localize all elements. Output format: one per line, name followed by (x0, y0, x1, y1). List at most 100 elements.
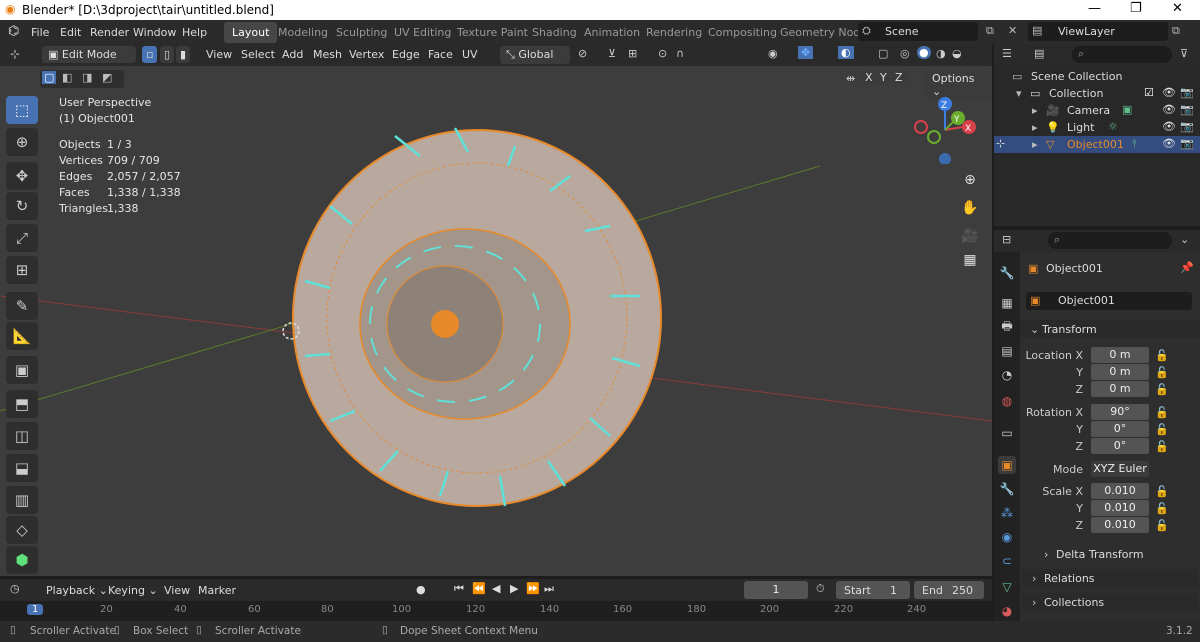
collection-row[interactable]: ▾ ▭ Collection ☑ 👁 📷 (994, 85, 1200, 102)
menu-select[interactable]: Select (241, 48, 275, 61)
tab-modeling[interactable]: Modeling (278, 26, 328, 39)
jump-end-icon[interactable]: ⏭ (544, 582, 554, 596)
collection-render-icon[interactable]: 📷 (1180, 86, 1194, 99)
output-tab-icon[interactable]: 🖶 (998, 318, 1016, 336)
blender-menu-icon[interactable]: ⌬ (8, 24, 19, 39)
filter-icon[interactable]: ⊽ (1180, 47, 1188, 60)
proportional-edit-icon[interactable]: ⊙ (658, 47, 667, 60)
expand-arrow-icon[interactable]: ▸ (1032, 121, 1038, 134)
jump-start-icon[interactable]: ⏮ (454, 582, 464, 596)
menu-uv[interactable]: UV (462, 48, 478, 61)
outliner-search-input[interactable]: ⌕ (1072, 46, 1172, 63)
physics-tab-icon[interactable]: ◉ (998, 528, 1016, 546)
lock-rotation-x-icon[interactable]: 🔓 (1155, 406, 1169, 419)
snap-icon[interactable]: ⊻ (608, 47, 616, 60)
tab-compositing[interactable]: Compositing (708, 26, 777, 39)
mesh-data-icon[interactable]: ⫯ (1132, 137, 1137, 151)
menu-file[interactable]: File (31, 26, 49, 39)
menu-view[interactable]: View (206, 48, 232, 61)
cursor-tool[interactable]: ⊕ (6, 128, 38, 156)
loop-cut-tool[interactable]: ▥ (6, 486, 38, 514)
lock-rotation-z-icon[interactable]: 🔓 (1155, 440, 1169, 453)
data-tab-icon[interactable]: ▽ (998, 578, 1016, 596)
close-button[interactable]: ✕ (1172, 1, 1183, 16)
poly-build-tool[interactable]: ⬢ (6, 546, 38, 574)
collection-visibility-icon[interactable]: 👁 (1162, 86, 1176, 99)
particles-tab-icon[interactable]: ⁂ (998, 504, 1016, 522)
object001-render-icon[interactable]: 📷 (1180, 137, 1194, 150)
tab-layout[interactable]: Layout (224, 22, 278, 43)
menu-edit[interactable]: Edit (60, 26, 81, 39)
menu-marker[interactable]: Marker (198, 584, 236, 597)
maximize-button[interactable]: ❐ (1130, 1, 1142, 16)
view-layer-tab-icon[interactable]: ▤ (998, 342, 1016, 360)
current-frame-field[interactable]: 1 (744, 581, 808, 599)
menu-help[interactable]: Help (182, 26, 207, 39)
tab-geometry-nodes[interactable]: Geometry Nod (780, 26, 860, 39)
light-data-icon[interactable]: ☼ (1108, 120, 1118, 133)
lock-scale-z-icon[interactable]: 🔓 (1155, 519, 1169, 532)
lock-location-x-icon[interactable]: 🔓 (1155, 349, 1169, 362)
perspective-toggle-icon[interactable]: ▦ (958, 248, 982, 272)
rotation-x-field[interactable]: 90° (1091, 404, 1149, 420)
expand-arrow-icon[interactable]: ▸ (1032, 138, 1038, 151)
delete-scene-icon[interactable]: ✕ (1008, 24, 1017, 37)
face-select-mode-button[interactable]: ▮ (176, 46, 191, 63)
tab-sculpting[interactable]: Sculpting (336, 26, 387, 39)
edge-select-mode-button[interactable]: ▯ (160, 46, 175, 63)
extrude-tool[interactable]: ⬒ (6, 390, 38, 418)
stopwatch-icon[interactable]: ⏱ (816, 582, 825, 596)
light-visibility-icon[interactable]: 👁 (1162, 120, 1176, 133)
measure-tool[interactable]: 📐 (6, 322, 38, 350)
tab-rendering[interactable]: Rendering (646, 26, 702, 39)
knife-tool[interactable]: ◇ (6, 516, 38, 544)
play-icon[interactable]: ▶ (510, 582, 518, 595)
scale-x-field[interactable]: 0.010 (1091, 483, 1149, 499)
rotation-mode-dropdown[interactable]: XYZ Euler ⌄ (1091, 461, 1149, 491)
relations-panel-header[interactable]: › Relations (1022, 569, 1198, 587)
lock-location-z-icon[interactable]: 🔓 (1155, 383, 1169, 396)
minimize-button[interactable]: — (1088, 1, 1101, 16)
scene-selector[interactable]: ⛭ Scene (858, 22, 978, 41)
mode-selector[interactable]: ▣ Edit Mode (42, 46, 136, 63)
navigation-gizmo[interactable]: Z X Y (910, 94, 980, 164)
select-intersect-icon[interactable]: ◩ (102, 71, 112, 84)
camera-data-icon[interactable]: ▣ (1122, 103, 1132, 116)
scale-z-field[interactable]: 0.010 (1091, 517, 1149, 533)
menu-edge[interactable]: Edge (392, 48, 420, 61)
camera-view-icon[interactable]: 🎥 (958, 224, 982, 248)
lock-rotation-y-icon[interactable]: 🔓 (1155, 423, 1169, 436)
collection-tab-icon[interactable]: ▭ (998, 424, 1016, 442)
outliner-item-camera[interactable]: ▸ 🎥 Camera ▣ 👁 📷 (994, 102, 1200, 119)
lock-location-y-icon[interactable]: 🔓 (1155, 366, 1169, 379)
visibility-icon[interactable]: ◉ (768, 47, 778, 60)
location-x-field[interactable]: 0 m (1091, 347, 1149, 363)
transform-tool[interactable]: ⊞ (6, 256, 38, 284)
end-frame-field[interactable]: End 250 (914, 581, 984, 599)
tab-uv-editing[interactable]: UV Editing (394, 26, 451, 39)
menu-mesh[interactable]: Mesh (313, 48, 342, 61)
collections-panel-header[interactable]: › Collections (1022, 593, 1198, 611)
timeline-scrubber[interactable]: 1 20 40 60 80 100 120 140 160 180 200 22… (0, 601, 992, 621)
viewlayer-selector[interactable]: ▤ ViewLayer (1028, 22, 1168, 41)
tab-animation[interactable]: Animation (584, 26, 640, 39)
lock-scale-y-icon[interactable]: 🔓 (1155, 502, 1169, 515)
xray-toggle-icon[interactable]: ▢ (878, 47, 888, 60)
annotate-tool[interactable]: ✎ (6, 292, 38, 320)
select-subtract-icon[interactable]: ◨ (82, 71, 92, 84)
outliner-item-light[interactable]: ▸ 💡 Light ☼ 👁 📷 (994, 119, 1200, 136)
zoom-icon[interactable]: ⊕ (958, 168, 982, 192)
auto-keying-icon[interactable]: ● (416, 583, 426, 596)
pivot-point-icon[interactable]: ⊘ (578, 47, 587, 60)
editor-type-icon[interactable]: ⊹ (10, 47, 20, 61)
copy-viewlayer-icon[interactable]: ⧉ (1172, 24, 1180, 38)
location-z-field[interactable]: 0 m (1091, 381, 1149, 397)
expand-arrow-icon[interactable]: ▸ (1032, 104, 1038, 117)
scene-tab-icon[interactable]: ◔ (998, 366, 1016, 384)
outliner-editor-icon[interactable]: ☰ (1002, 47, 1012, 60)
scale-tool[interactable]: ⤢ (6, 224, 38, 252)
menu-render[interactable]: Render (90, 26, 129, 39)
select-box-tool[interactable]: ⬚ (6, 96, 38, 124)
timeline-editor-icon[interactable]: ◷ (10, 582, 20, 595)
rendered-shading-icon[interactable]: ◒ (952, 47, 962, 60)
